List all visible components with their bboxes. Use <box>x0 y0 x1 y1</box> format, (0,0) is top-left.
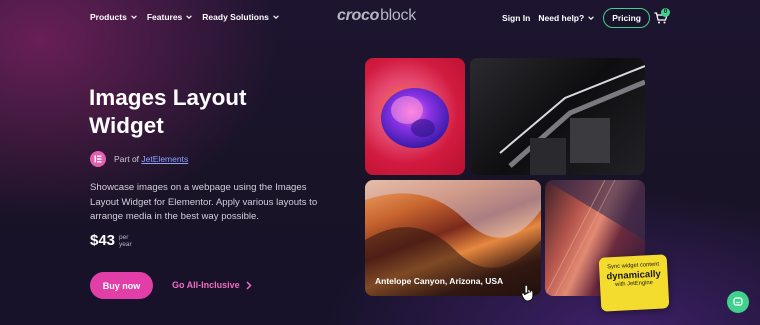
account-menu: Sign In Need help? Pricing <box>502 8 650 28</box>
part-of-row: Part of JetElements <box>90 151 188 167</box>
gallery-image-architecture <box>470 58 645 175</box>
chevron-down-icon <box>131 15 137 19</box>
chevron-down-icon <box>273 15 279 19</box>
abstract-shape-image <box>381 88 449 148</box>
chat-button[interactable] <box>727 291 749 313</box>
image-caption: Antelope Canyon, Arizona, USA <box>375 276 504 286</box>
price-period: per year <box>119 234 132 248</box>
main-menu: Products Features Ready Solutions <box>90 12 280 22</box>
go-all-inclusive-label: Go All-Inclusive <box>172 280 240 290</box>
price-period-line1: per <box>119 234 129 241</box>
price-period-line2: year <box>119 241 132 248</box>
logo-part-croco: croco <box>337 7 380 24</box>
pricing-button[interactable]: Pricing <box>603 8 650 28</box>
menu-products-label: Products <box>90 12 127 22</box>
staircase-image <box>499 65 645 175</box>
chevron-right-icon <box>246 280 252 290</box>
gallery-image-abstract-3d <box>365 58 465 175</box>
menu-features-label: Features <box>146 12 183 22</box>
part-of-label: Part of <box>114 154 140 164</box>
chevron-down-icon <box>588 16 594 20</box>
page-title: Images Layout Widget <box>89 85 247 138</box>
need-help-label: Need help? <box>538 13 585 23</box>
need-help-menu[interactable]: Need help? <box>538 13 595 23</box>
sync-widget-sticker: Sync widget content dynamically with Jet… <box>598 254 670 312</box>
go-all-inclusive-link[interactable]: Go All-Inclusive <box>172 280 252 290</box>
jetelements-link[interactable]: JetElements <box>141 154 188 164</box>
hand-cursor-icon <box>521 284 534 302</box>
elementor-icon <box>90 151 106 167</box>
sign-in-link[interactable]: Sign In <box>502 13 530 23</box>
price-block: $43 per year <box>90 232 132 249</box>
menu-products[interactable]: Products <box>90 12 138 22</box>
crocoblock-logo[interactable]: croco block <box>337 7 416 25</box>
menu-features[interactable]: Features <box>147 12 193 22</box>
menu-ready-solutions[interactable]: Ready Solutions <box>202 12 280 22</box>
cart-count-badge: 0 <box>661 8 670 17</box>
top-navigation: Products Features Ready Solutions croco … <box>0 0 760 36</box>
price-amount: $43 <box>90 232 116 249</box>
logo-part-block: block <box>380 7 416 24</box>
buy-now-button[interactable]: Buy now <box>90 272 153 299</box>
widget-description: Showcase images on a webpage using the I… <box>90 182 318 222</box>
menu-ready-solutions-label: Ready Solutions <box>202 12 269 22</box>
chat-icon <box>733 297 743 306</box>
chevron-down-icon <box>186 15 193 19</box>
